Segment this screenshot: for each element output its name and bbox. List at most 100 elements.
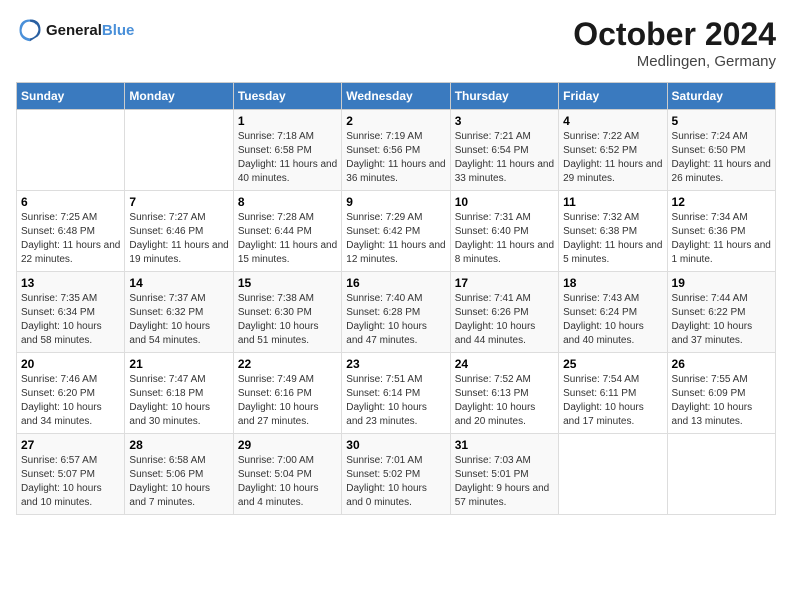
day-number: 10 — [455, 195, 554, 209]
day-info: Sunrise: 7:31 AMSunset: 6:40 PMDaylight:… — [455, 211, 554, 267]
day-info: Sunrise: 7:54 AMSunset: 6:11 PMDaylight:… — [563, 373, 662, 429]
day-number: 2 — [346, 114, 445, 128]
calendar-cell: 3 Sunrise: 7:21 AMSunset: 6:54 PMDayligh… — [450, 110, 558, 191]
day-info: Sunrise: 7:55 AMSunset: 6:09 PMDaylight:… — [672, 373, 771, 429]
day-info: Sunrise: 7:01 AMSunset: 5:02 PMDaylight:… — [346, 454, 445, 510]
calendar-cell: 24 Sunrise: 7:52 AMSunset: 6:13 PMDaylig… — [450, 353, 558, 434]
calendar-cell — [667, 434, 775, 515]
day-info: Sunrise: 7:35 AMSunset: 6:34 PMDaylight:… — [21, 292, 120, 348]
day-number: 23 — [346, 357, 445, 371]
calendar-week-row: 27 Sunrise: 6:57 AMSunset: 5:07 PMDaylig… — [17, 434, 776, 515]
day-info: Sunrise: 7:38 AMSunset: 6:30 PMDaylight:… — [238, 292, 337, 348]
calendar-cell: 29 Sunrise: 7:00 AMSunset: 5:04 PMDaylig… — [233, 434, 341, 515]
day-number: 3 — [455, 114, 554, 128]
day-number: 4 — [563, 114, 662, 128]
calendar-header: SundayMondayTuesdayWednesdayThursdayFrid… — [17, 83, 776, 110]
day-info: Sunrise: 7:41 AMSunset: 6:26 PMDaylight:… — [455, 292, 554, 348]
day-info: Sunrise: 6:57 AMSunset: 5:07 PMDaylight:… — [21, 454, 120, 510]
day-number: 21 — [129, 357, 228, 371]
day-info: Sunrise: 7:47 AMSunset: 6:18 PMDaylight:… — [129, 373, 228, 429]
calendar-week-row: 13 Sunrise: 7:35 AMSunset: 6:34 PMDaylig… — [17, 272, 776, 353]
day-info: Sunrise: 7:51 AMSunset: 6:14 PMDaylight:… — [346, 373, 445, 429]
calendar-cell: 20 Sunrise: 7:46 AMSunset: 6:20 PMDaylig… — [17, 353, 125, 434]
month-title: October 2024 — [573, 16, 776, 53]
page-header: GeneralBlue October 2024 Medlingen, Germ… — [16, 16, 776, 70]
day-info: Sunrise: 7:00 AMSunset: 5:04 PMDaylight:… — [238, 454, 337, 510]
day-number: 15 — [238, 276, 337, 290]
calendar-cell: 11 Sunrise: 7:32 AMSunset: 6:38 PMDaylig… — [559, 191, 667, 272]
logo-icon — [16, 16, 44, 44]
weekday-header: Friday — [559, 83, 667, 110]
day-number: 9 — [346, 195, 445, 209]
day-info: Sunrise: 7:18 AMSunset: 6:58 PMDaylight:… — [238, 130, 337, 186]
logo: GeneralBlue — [16, 16, 134, 44]
day-number: 6 — [21, 195, 120, 209]
calendar-cell: 19 Sunrise: 7:44 AMSunset: 6:22 PMDaylig… — [667, 272, 775, 353]
calendar-cell — [17, 110, 125, 191]
calendar-cell: 30 Sunrise: 7:01 AMSunset: 5:02 PMDaylig… — [342, 434, 450, 515]
calendar-week-row: 1 Sunrise: 7:18 AMSunset: 6:58 PMDayligh… — [17, 110, 776, 191]
calendar-cell: 21 Sunrise: 7:47 AMSunset: 6:18 PMDaylig… — [125, 353, 233, 434]
weekday-header: Tuesday — [233, 83, 341, 110]
calendar-cell: 5 Sunrise: 7:24 AMSunset: 6:50 PMDayligh… — [667, 110, 775, 191]
calendar-cell — [559, 434, 667, 515]
day-number: 31 — [455, 438, 554, 452]
calendar-cell: 4 Sunrise: 7:22 AMSunset: 6:52 PMDayligh… — [559, 110, 667, 191]
calendar-cell: 31 Sunrise: 7:03 AMSunset: 5:01 PMDaylig… — [450, 434, 558, 515]
weekday-header: Sunday — [17, 83, 125, 110]
day-info: Sunrise: 7:22 AMSunset: 6:52 PMDaylight:… — [563, 130, 662, 186]
day-number: 22 — [238, 357, 337, 371]
day-info: Sunrise: 7:21 AMSunset: 6:54 PMDaylight:… — [455, 130, 554, 186]
calendar-cell: 12 Sunrise: 7:34 AMSunset: 6:36 PMDaylig… — [667, 191, 775, 272]
calendar-cell: 2 Sunrise: 7:19 AMSunset: 6:56 PMDayligh… — [342, 110, 450, 191]
day-number: 1 — [238, 114, 337, 128]
calendar-cell: 10 Sunrise: 7:31 AMSunset: 6:40 PMDaylig… — [450, 191, 558, 272]
day-info: Sunrise: 7:46 AMSunset: 6:20 PMDaylight:… — [21, 373, 120, 429]
day-info: Sunrise: 7:24 AMSunset: 6:50 PMDaylight:… — [672, 130, 771, 186]
calendar-week-row: 20 Sunrise: 7:46 AMSunset: 6:20 PMDaylig… — [17, 353, 776, 434]
day-info: Sunrise: 7:40 AMSunset: 6:28 PMDaylight:… — [346, 292, 445, 348]
calendar-cell: 14 Sunrise: 7:37 AMSunset: 6:32 PMDaylig… — [125, 272, 233, 353]
day-number: 7 — [129, 195, 228, 209]
day-info: Sunrise: 7:27 AMSunset: 6:46 PMDaylight:… — [129, 211, 228, 267]
day-number: 12 — [672, 195, 771, 209]
day-info: Sunrise: 7:32 AMSunset: 6:38 PMDaylight:… — [563, 211, 662, 267]
weekday-header: Saturday — [667, 83, 775, 110]
day-number: 18 — [563, 276, 662, 290]
day-info: Sunrise: 7:25 AMSunset: 6:48 PMDaylight:… — [21, 211, 120, 267]
day-number: 14 — [129, 276, 228, 290]
location: Medlingen, Germany — [573, 53, 776, 70]
day-number: 28 — [129, 438, 228, 452]
day-number: 20 — [21, 357, 120, 371]
calendar-cell: 7 Sunrise: 7:27 AMSunset: 6:46 PMDayligh… — [125, 191, 233, 272]
calendar-cell: 8 Sunrise: 7:28 AMSunset: 6:44 PMDayligh… — [233, 191, 341, 272]
day-number: 16 — [346, 276, 445, 290]
calendar-body: 1 Sunrise: 7:18 AMSunset: 6:58 PMDayligh… — [17, 110, 776, 515]
day-number: 5 — [672, 114, 771, 128]
day-number: 19 — [672, 276, 771, 290]
day-info: Sunrise: 7:34 AMSunset: 6:36 PMDaylight:… — [672, 211, 771, 267]
weekday-header-row: SundayMondayTuesdayWednesdayThursdayFrid… — [17, 83, 776, 110]
logo-text: GeneralBlue — [46, 22, 134, 39]
day-number: 11 — [563, 195, 662, 209]
calendar-cell: 15 Sunrise: 7:38 AMSunset: 6:30 PMDaylig… — [233, 272, 341, 353]
calendar-cell: 13 Sunrise: 7:35 AMSunset: 6:34 PMDaylig… — [17, 272, 125, 353]
day-info: Sunrise: 7:28 AMSunset: 6:44 PMDaylight:… — [238, 211, 337, 267]
calendar-cell: 16 Sunrise: 7:40 AMSunset: 6:28 PMDaylig… — [342, 272, 450, 353]
calendar-cell: 28 Sunrise: 6:58 AMSunset: 5:06 PMDaylig… — [125, 434, 233, 515]
day-info: Sunrise: 7:49 AMSunset: 6:16 PMDaylight:… — [238, 373, 337, 429]
day-info: Sunrise: 7:29 AMSunset: 6:42 PMDaylight:… — [346, 211, 445, 267]
day-number: 8 — [238, 195, 337, 209]
calendar-cell: 18 Sunrise: 7:43 AMSunset: 6:24 PMDaylig… — [559, 272, 667, 353]
calendar-cell: 9 Sunrise: 7:29 AMSunset: 6:42 PMDayligh… — [342, 191, 450, 272]
weekday-header: Monday — [125, 83, 233, 110]
day-number: 30 — [346, 438, 445, 452]
day-info: Sunrise: 7:03 AMSunset: 5:01 PMDaylight:… — [455, 454, 554, 510]
day-number: 13 — [21, 276, 120, 290]
day-info: Sunrise: 7:44 AMSunset: 6:22 PMDaylight:… — [672, 292, 771, 348]
day-info: Sunrise: 7:52 AMSunset: 6:13 PMDaylight:… — [455, 373, 554, 429]
calendar-cell — [125, 110, 233, 191]
calendar-cell: 17 Sunrise: 7:41 AMSunset: 6:26 PMDaylig… — [450, 272, 558, 353]
day-info: Sunrise: 7:37 AMSunset: 6:32 PMDaylight:… — [129, 292, 228, 348]
day-number: 25 — [563, 357, 662, 371]
